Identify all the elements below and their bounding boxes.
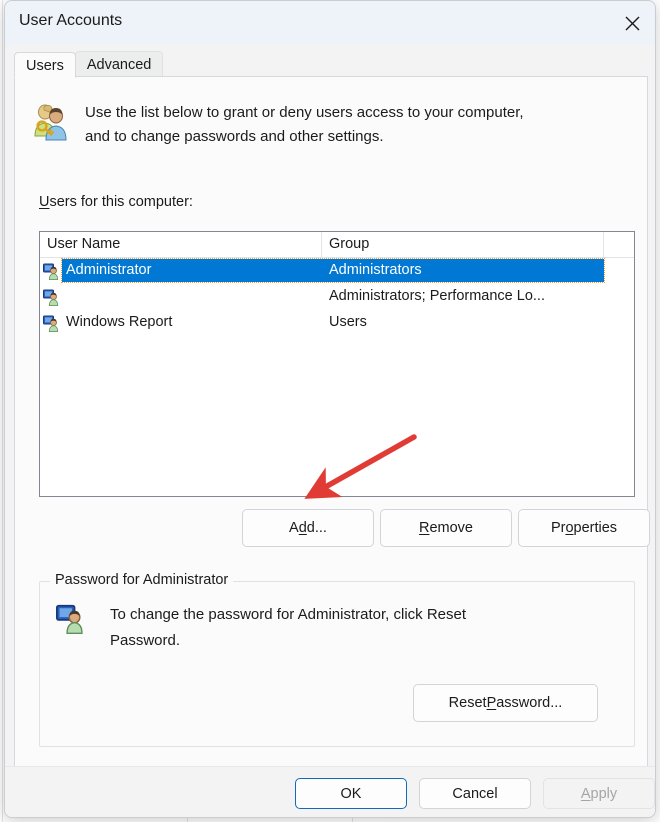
apply-button: Apply (543, 778, 655, 809)
cell-user-name (40, 284, 322, 310)
users-list-label-rest: sers for this computer: (49, 194, 192, 210)
password-group-box: Password for Administrator To change the… (39, 581, 635, 747)
ok-button-label: OK (341, 786, 362, 802)
cancel-button-label: Cancel (452, 786, 497, 802)
column-header-group[interactable]: Group (322, 232, 604, 258)
window-title: User Accounts (19, 12, 122, 30)
user-account-icon (43, 289, 60, 306)
close-x-icon (624, 15, 641, 32)
reset-password-post: assword... (496, 695, 562, 711)
column-header-extra[interactable] (604, 232, 635, 258)
close-button[interactable] (609, 1, 655, 45)
remove-button[interactable]: Remove (380, 509, 512, 547)
reset-password-pre: Reset (449, 695, 487, 711)
listview-header: User Name Group (40, 232, 634, 258)
properties-button-pre: Pr (551, 520, 566, 536)
apply-button-post: pply (591, 786, 618, 802)
cell-user-name: Windows Report (40, 310, 322, 336)
add-button-post: d... (307, 520, 327, 536)
table-row[interactable]: Windows Report Users (40, 310, 634, 336)
table-row[interactable]: Administrators; Performance Lo... (40, 284, 634, 310)
cell-user-name: Administrator (40, 258, 322, 284)
reset-password-button[interactable]: Reset Password... (413, 684, 598, 722)
list-action-buttons: Add... Remove Properties (15, 509, 647, 547)
properties-button-accel: o (565, 520, 573, 536)
dialog-footer: OK Cancel Apply (5, 766, 655, 817)
remove-button-post: emove (429, 520, 473, 536)
table-row[interactable]: Administrator Administrators (40, 258, 634, 284)
cancel-button[interactable]: Cancel (419, 778, 531, 809)
add-button-accel: d (299, 520, 307, 536)
users-listview[interactable]: User Name Group Administrator Administ (39, 231, 635, 497)
user-account-icon (56, 602, 96, 639)
add-button-pre: A (289, 520, 299, 536)
intro-text: Use the list below to grant or deny user… (85, 101, 524, 149)
properties-button-post: perties (574, 520, 618, 536)
title-bar: User Accounts (5, 1, 655, 45)
backdrop-divider (2, 0, 3, 822)
intro-line-1: Use the list below to grant or deny user… (85, 101, 524, 125)
users-with-key-icon (31, 101, 75, 146)
tab-strip: Users Advanced (14, 51, 163, 77)
tab-advanced[interactable]: Advanced (75, 51, 164, 77)
column-header-user-name[interactable]: User Name (40, 232, 322, 258)
user-account-icon (43, 263, 60, 280)
cell-group: Administrators; Performance Lo... (322, 284, 604, 310)
remove-button-accel: R (419, 520, 429, 536)
tab-panel-users: Use the list below to grant or deny user… (14, 76, 648, 769)
users-list-label: Users for this computer: (39, 194, 193, 210)
apply-button-accel: A (581, 786, 591, 802)
password-group-body: To change the password for Administrator… (56, 602, 590, 654)
tab-users-label: Users (26, 58, 64, 74)
add-button[interactable]: Add... (242, 509, 374, 547)
password-text-line-1: To change the password for Administrator… (110, 602, 590, 628)
cell-group: Administrators (322, 258, 604, 284)
password-group-text: To change the password for Administrator… (110, 602, 590, 654)
user-accounts-dialog: User Accounts Users Advanced (4, 0, 656, 818)
password-group-title: Password for Administrator (50, 572, 233, 588)
password-text-line-2: Password. (110, 628, 590, 654)
tab-advanced-label: Advanced (87, 57, 152, 73)
cell-group: Users (322, 310, 604, 336)
tab-users[interactable]: Users (14, 52, 76, 78)
reset-password-accel: P (487, 695, 497, 711)
ok-button[interactable]: OK (295, 778, 407, 809)
properties-button[interactable]: Properties (518, 509, 650, 547)
intro-block: Use the list below to grant or deny user… (31, 101, 631, 149)
user-account-icon (43, 315, 60, 332)
users-list-label-accel: U (39, 194, 49, 210)
intro-line-2: and to change passwords and other settin… (85, 125, 524, 149)
